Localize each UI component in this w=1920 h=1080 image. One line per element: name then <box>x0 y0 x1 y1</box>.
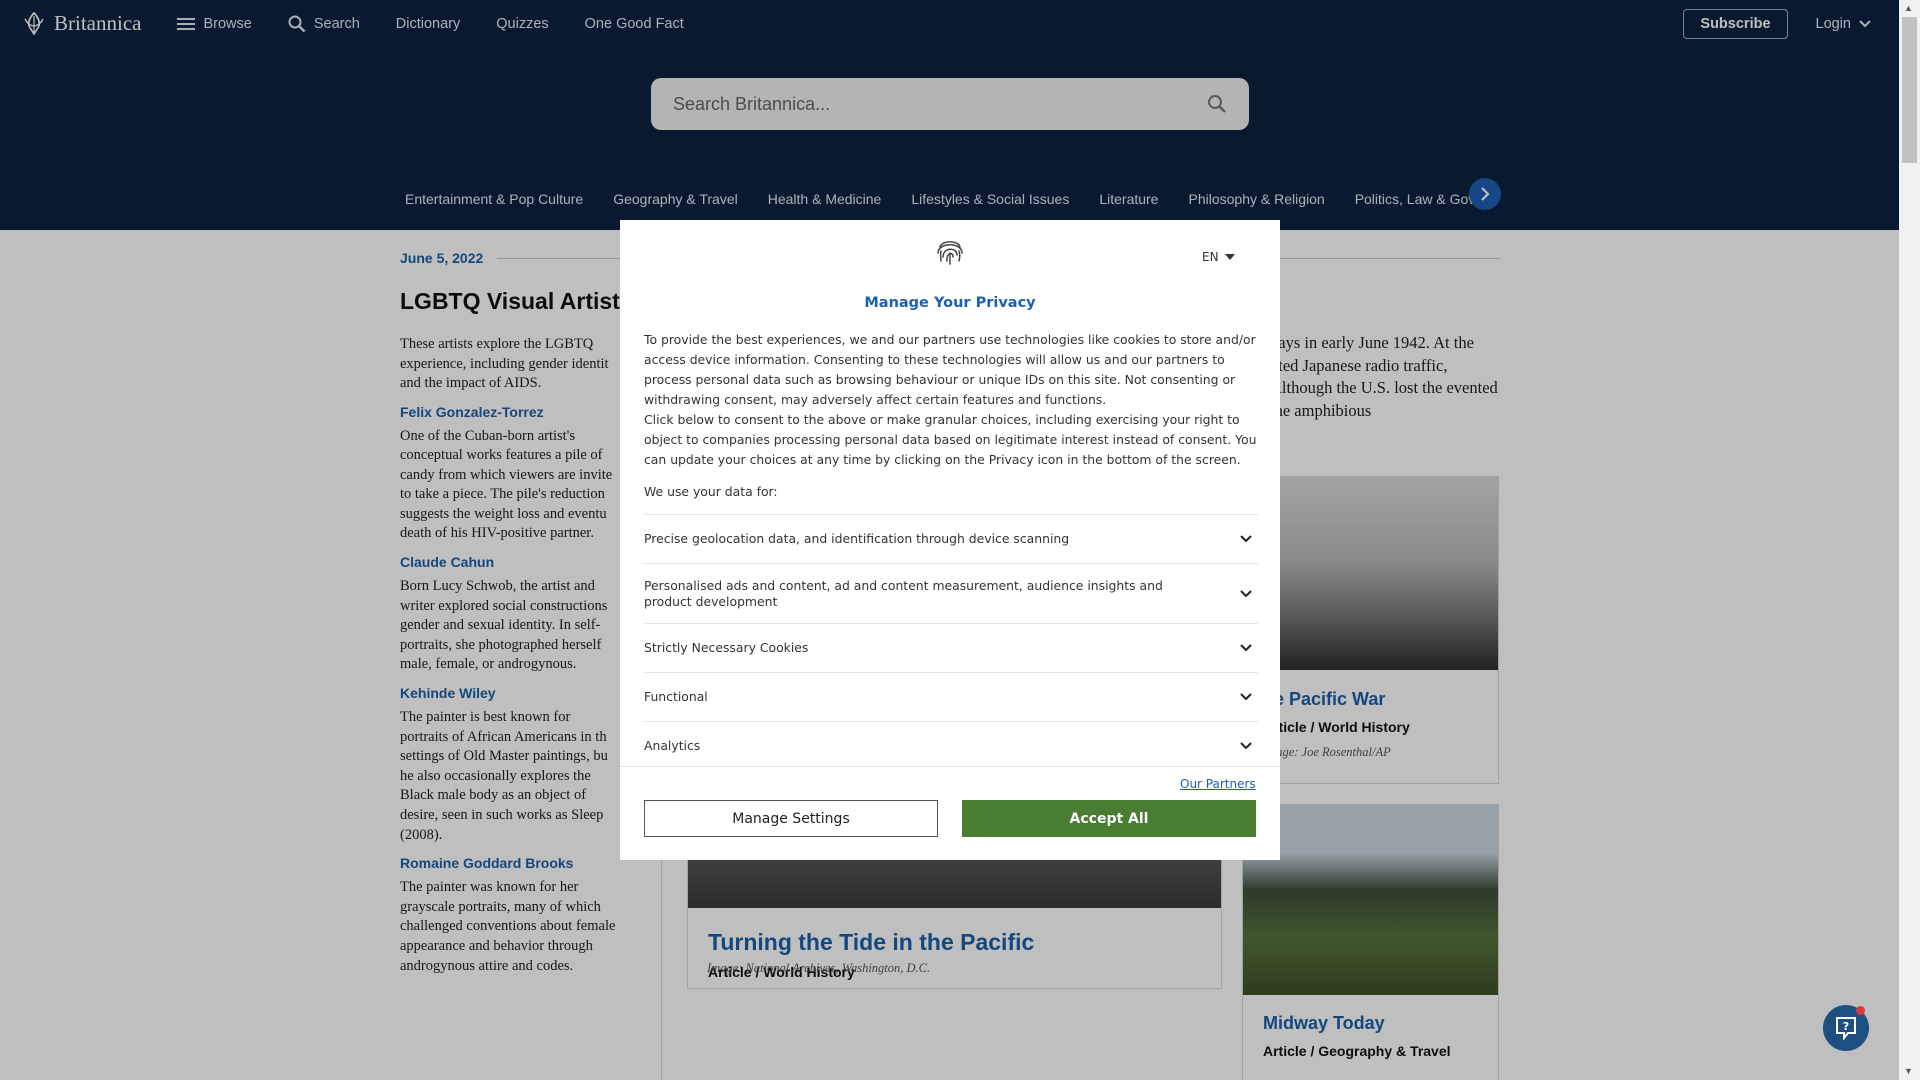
language-label: EN <box>1202 250 1219 264</box>
chevron-down-icon <box>1240 644 1252 652</box>
fingerprint-icon <box>937 241 963 265</box>
footer-divider <box>620 766 1280 767</box>
purpose-label: Functional <box>644 689 708 704</box>
accept-all-button[interactable]: Accept All <box>962 800 1256 837</box>
caret-down-icon <box>1224 254 1235 260</box>
consent-paragraph: To provide the best experiences, we and … <box>644 332 1256 407</box>
purpose-personalised-ads[interactable]: Personalised ads and content, ad and con… <box>644 563 1258 623</box>
scroll-up-arrow-icon[interactable]: ▲ <box>1904 3 1913 13</box>
language-selector[interactable]: EN <box>1202 250 1235 264</box>
purpose-label: Analytics <box>644 738 701 753</box>
consent-paragraph: Click below to consent to the above or m… <box>644 412 1257 467</box>
chevron-down-icon <box>1240 535 1252 543</box>
purpose-accordion: Precise geolocation data, and identifica… <box>644 514 1258 770</box>
purpose-label: Precise geolocation data, and identifica… <box>644 531 1070 546</box>
purpose-label: Personalised ads and content, ad and con… <box>644 577 1163 609</box>
scroll-down-arrow-icon[interactable]: ▼ <box>1904 1066 1913 1076</box>
dialog-title: Manage Your Privacy <box>864 295 1036 311</box>
svg-text:?: ? <box>1843 1020 1849 1033</box>
purpose-analytics[interactable]: Analytics <box>644 721 1258 770</box>
scrollbar-thumb[interactable] <box>1902 17 1917 163</box>
our-partners-link[interactable]: Our Partners <box>1180 777 1256 791</box>
purpose-geolocation[interactable]: Precise geolocation data, and identifica… <box>644 514 1258 563</box>
help-question-icon: ? <box>1836 1017 1856 1040</box>
notification-dot <box>1856 1006 1865 1015</box>
dialog-body: To provide the best experiences, we and … <box>644 330 1258 502</box>
chevron-down-icon <box>1240 693 1252 701</box>
chevron-down-icon <box>1240 742 1252 750</box>
purpose-label: Strictly Necessary Cookies <box>644 640 809 655</box>
manage-settings-button[interactable]: Manage Settings <box>644 800 938 837</box>
purpose-strictly-necessary[interactable]: Strictly Necessary Cookies <box>644 623 1258 672</box>
page-scrollbar[interactable]: ▲ ▼ <box>1899 0 1920 1080</box>
chevron-down-icon <box>1240 589 1252 597</box>
purpose-functional[interactable]: Functional <box>644 672 1258 721</box>
privacy-consent-dialog: EN Manage Your Privacy To provide the be… <box>620 220 1280 860</box>
data-use-label: We use your data for: <box>644 484 778 499</box>
